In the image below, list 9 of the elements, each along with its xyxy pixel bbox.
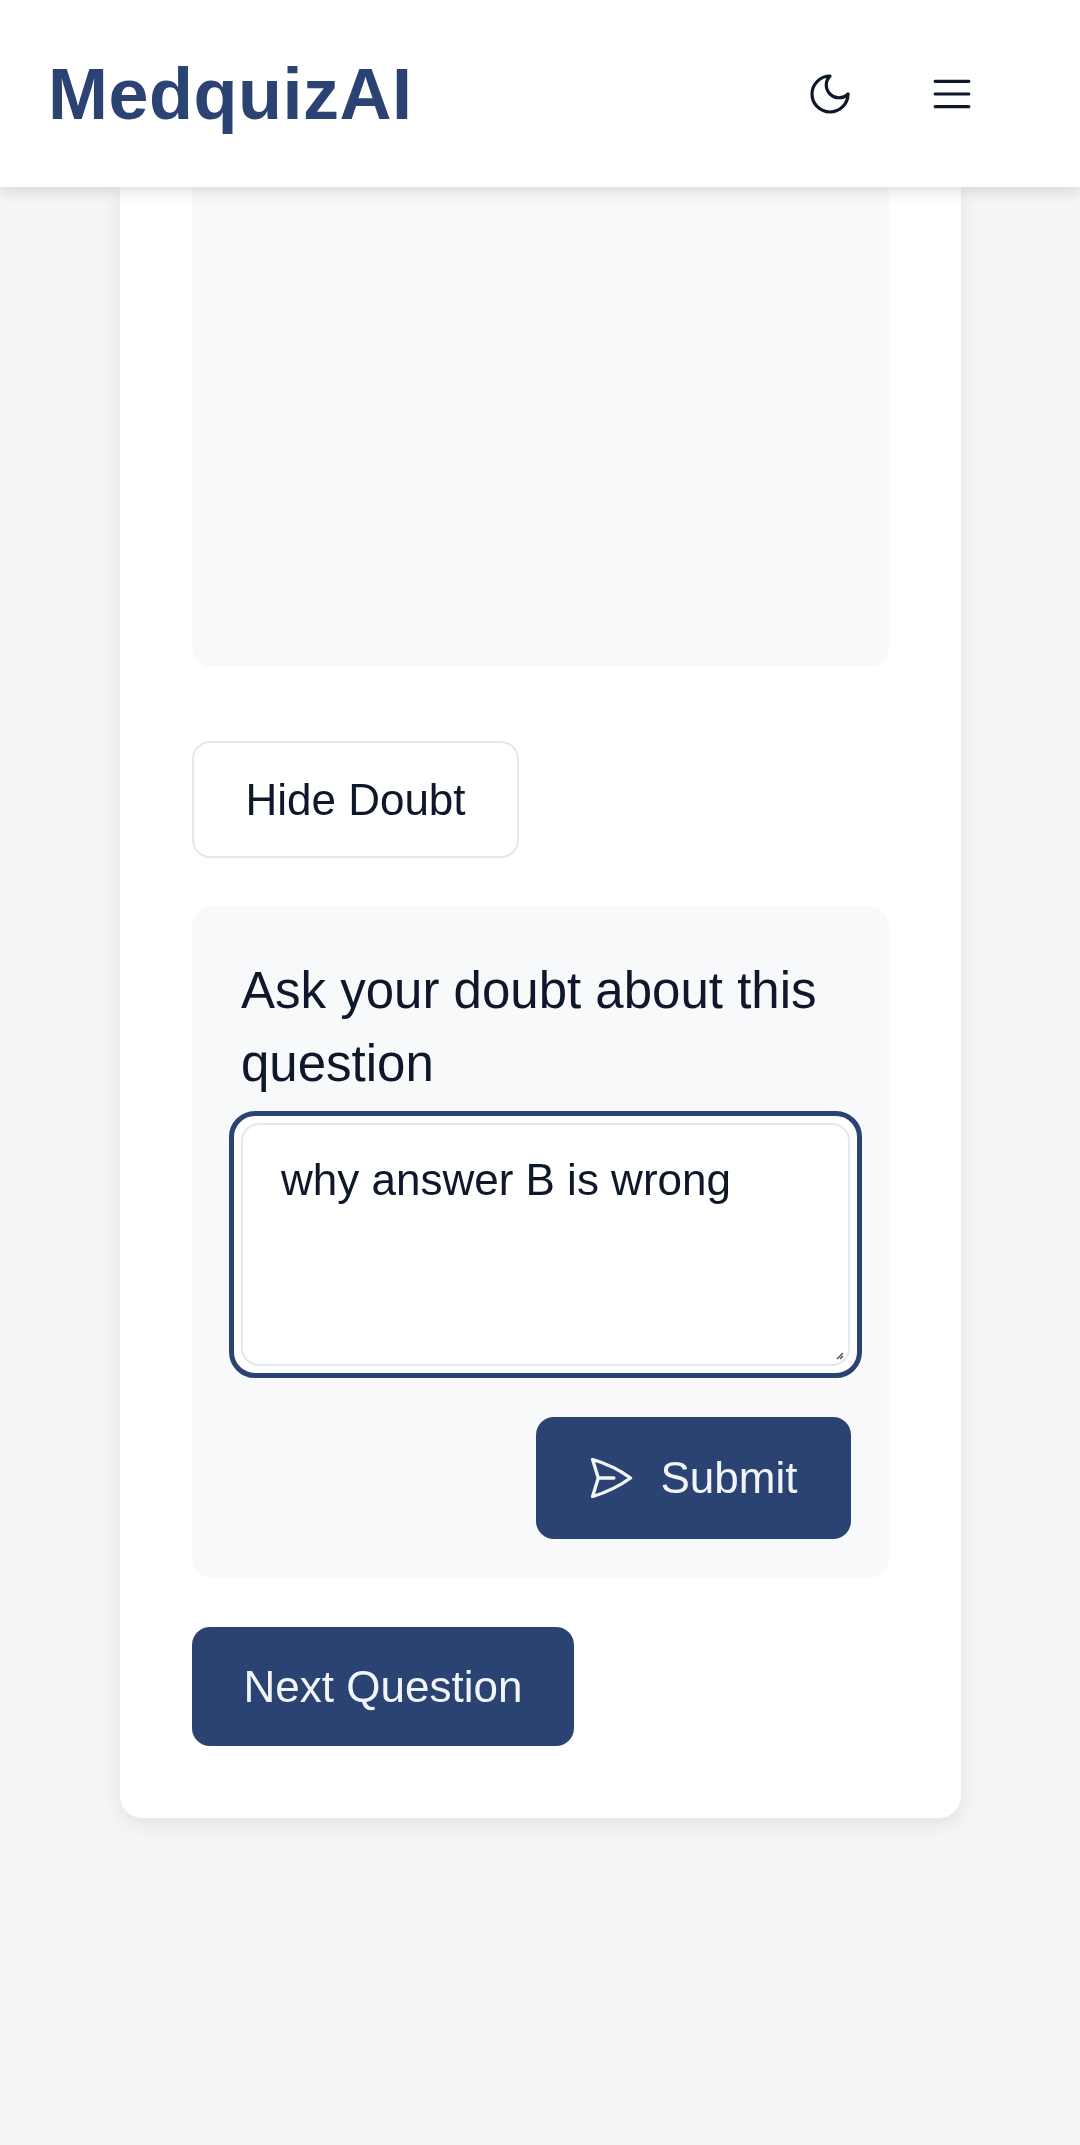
submit-button[interactable]: Submit	[536, 1417, 851, 1539]
next-question-button[interactable]: Next Question	[192, 1627, 574, 1746]
resize-grip-icon[interactable]	[836, 1352, 844, 1360]
doubt-input[interactable]: why answer B is wrong	[229, 1111, 862, 1378]
menu-icon[interactable]	[933, 78, 971, 109]
send-icon	[589, 1458, 633, 1498]
hide-doubt-button[interactable]: Hide Doubt	[192, 741, 519, 858]
moon-icon[interactable]	[810, 73, 850, 114]
doubt-heading: Ask your doubt about this question	[241, 961, 818, 1094]
